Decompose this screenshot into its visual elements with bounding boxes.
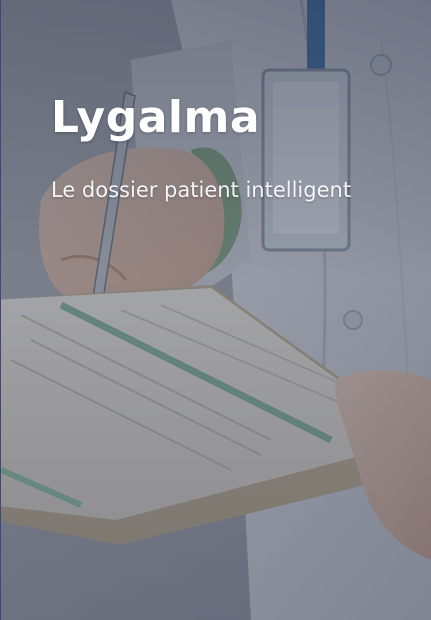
login-hero-panel: Lygalma Le dossier patient intelligent	[0, 0, 431, 620]
app-title: Lygalma	[51, 92, 261, 143]
app-tagline: Le dossier patient intelligent	[51, 178, 352, 202]
